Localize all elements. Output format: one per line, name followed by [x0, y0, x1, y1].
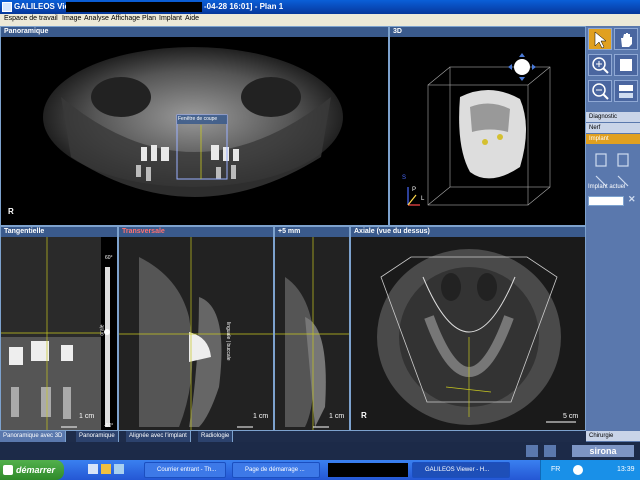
arrow-pointer-icon	[594, 31, 607, 49]
browser-icon[interactable]	[88, 464, 98, 474]
tab-panoramic[interactable]: Panoramique	[76, 431, 119, 442]
mode-diagnostic[interactable]: Diagnostic	[586, 112, 640, 122]
task-redacted[interactable]	[328, 463, 408, 477]
axial-image	[351, 237, 585, 430]
angle-slider-label: orale	[99, 324, 106, 336]
menu-item-workspace[interactable]: Espace de travail	[4, 15, 58, 22]
implant-select[interactable]	[588, 196, 624, 206]
offset-5mm-view[interactable]: +5 mm 1 cm	[274, 226, 350, 431]
pan-tool-button[interactable]	[614, 28, 638, 50]
clock: 13:39	[617, 466, 635, 473]
transversal-view[interactable]: Transversale linguale | buccale 1 cm	[118, 226, 274, 431]
menu-bar: Espace de travail Image Analyse Affichag…	[0, 14, 640, 26]
transversal-scale: 1 cm	[253, 413, 269, 420]
taskbar: démarrer Courrier entrant - Th... Page d…	[0, 460, 640, 480]
brand-logo: sirona	[572, 445, 634, 457]
system-tray: FR 13:39	[540, 460, 640, 480]
task-mail[interactable]: Courrier entrant - Th...	[144, 462, 226, 478]
panoramic-image	[43, 47, 343, 197]
folder-icon[interactable]	[101, 464, 111, 474]
menu-item-implant[interactable]: Implant	[159, 15, 182, 22]
close-icon[interactable]: ✕	[628, 194, 636, 205]
transversal-image	[119, 237, 273, 430]
title-bar: GALILEOS Viewer -04-28 16:01] - Plan 1	[0, 0, 640, 14]
start-label: démarrer	[16, 465, 56, 475]
zoom-in-button[interactable]	[588, 54, 612, 76]
layout-icon	[619, 85, 633, 98]
menu-item-image[interactable]: Image	[62, 15, 81, 22]
orientation-label: linguale | buccale	[225, 322, 231, 361]
status-bar: sirona	[0, 442, 640, 460]
offset-5mm-scale: 1 cm	[329, 413, 345, 420]
tab-implant-aligned[interactable]: Alignée avec l'implant	[126, 431, 191, 442]
network-icon	[526, 445, 538, 457]
offset-5mm-title: +5 mm	[275, 227, 349, 237]
menu-item-help[interactable]: Aide	[185, 15, 199, 22]
window-title-suffix: -04-28 16:01] - Plan 1	[204, 2, 284, 11]
language-indicator[interactable]: FR	[551, 466, 560, 473]
quick-launch	[88, 464, 128, 476]
tab-radiology[interactable]: Radiologie	[198, 431, 234, 442]
mode-nerve[interactable]: Nerf	[586, 123, 640, 133]
settings-icon[interactable]	[544, 445, 556, 457]
window-icon	[620, 59, 632, 71]
axial-right-marker: R	[361, 411, 367, 420]
panoramic-view[interactable]: Panoramique Fenêtre de coupe R	[0, 26, 389, 226]
zoom-out-button[interactable]	[588, 80, 612, 102]
window-tool-button[interactable]	[614, 54, 638, 76]
transversal-title: Transversale	[119, 227, 273, 237]
windows-logo-icon	[3, 465, 13, 475]
angle-top-label: 60°	[105, 255, 113, 261]
offset-5mm-image	[275, 237, 349, 430]
tangential-title: Tangentielle	[1, 227, 117, 237]
axis-l-label: L	[421, 196, 425, 202]
app-icon	[2, 2, 12, 12]
tray-icon[interactable]	[573, 465, 583, 475]
hand-icon	[621, 33, 632, 47]
3d-view[interactable]: 3D S P L	[389, 26, 586, 226]
redacted-region	[66, 2, 202, 12]
mail-icon[interactable]	[114, 464, 124, 474]
tangential-view[interactable]: Tangentielle 60° -60° orale 1 cm	[0, 226, 118, 431]
task-galileos[interactable]: GALILEOS Viewer - H...	[412, 462, 510, 478]
mode-implant[interactable]: Implant	[586, 134, 640, 144]
axis-s-label: S	[402, 175, 407, 181]
3d-title: 3D	[390, 27, 585, 37]
menu-item-display[interactable]: Affichage	[111, 15, 140, 22]
axial-scale: 5 cm	[563, 413, 579, 420]
zoom-in-icon	[592, 57, 609, 74]
tool-panel: Diagnostic Nerf Implant Implant actuel ✕…	[586, 26, 640, 442]
panoramic-title: Panoramique	[1, 27, 388, 37]
axis-p-label: P	[412, 187, 417, 193]
zoom-out-icon	[592, 83, 609, 100]
angle-bottom-label: -60°	[104, 423, 114, 429]
task-browser[interactable]: Page de démarrage ...	[232, 462, 320, 478]
layout-tool-button[interactable]	[614, 80, 638, 102]
tab-panoramic-3d[interactable]: Panoramique avec 3D	[0, 431, 67, 442]
right-side-marker: R	[8, 207, 14, 216]
menu-item-analyse[interactable]: Analyse	[84, 15, 109, 22]
start-button[interactable]: démarrer	[0, 460, 64, 480]
cut-window-label: Fenêtre de coupe	[178, 116, 218, 122]
axial-title: Axiale (vue du dessus)	[351, 227, 585, 237]
tangential-scale: 1 cm	[79, 413, 95, 420]
axial-view[interactable]: Axiale (vue du dessus) R 5 cm	[350, 226, 586, 431]
menu-item-plan[interactable]: Plan	[142, 15, 156, 22]
pointer-tool-button[interactable]	[588, 28, 612, 50]
implant-current-label: Implant actuel	[588, 184, 626, 190]
surgery-button[interactable]: Chirurgie	[586, 431, 640, 441]
3d-rendering	[407, 53, 551, 206]
view-tabs: Panoramique avec 3D Panoramique Alignée …	[0, 431, 586, 442]
